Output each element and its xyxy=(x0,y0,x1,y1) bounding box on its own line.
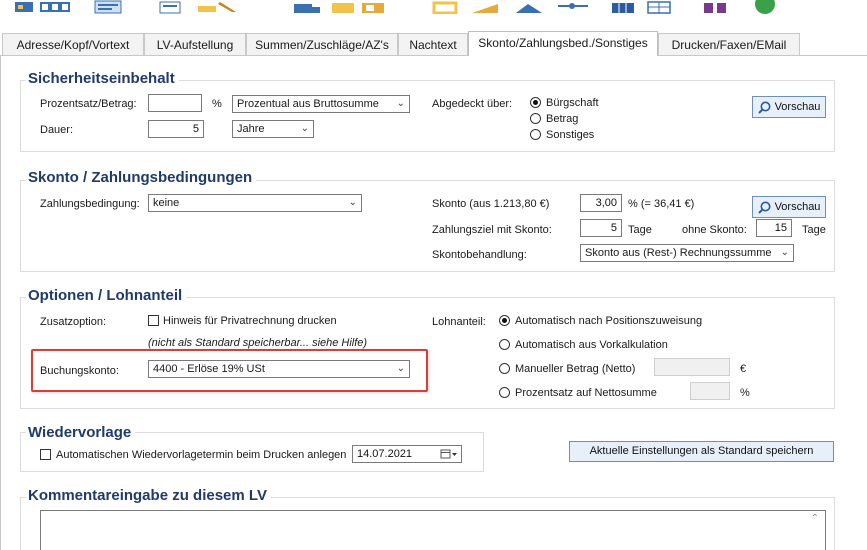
buchung-value: 4400 - Erlöse 19% USt xyxy=(153,363,265,375)
truck-icon[interactable] xyxy=(292,0,322,14)
behandlung-label: Skontobehandlung: xyxy=(432,249,527,261)
calculator-icon[interactable] xyxy=(646,0,672,14)
skonto-preview-button[interactable]: Vorschau xyxy=(752,196,826,218)
standard-hint: (nicht als Standard speicherbar... siehe… xyxy=(148,337,368,349)
chevron-down-icon: ⌄ xyxy=(300,123,309,134)
skonto-title: Skonto / Zahlungsbedingungen xyxy=(26,169,257,186)
tab-adresse[interactable]: Adresse/Kopf/Vortext xyxy=(2,33,144,56)
kommentar-title: Kommentareingabe zu diesem LV xyxy=(26,487,271,504)
radio-buergschaft-label: Bürgschaft xyxy=(546,97,599,109)
folder-icon[interactable] xyxy=(330,0,356,14)
sicherheit-preview-button[interactable]: Vorschau xyxy=(752,96,826,118)
tab-summen[interactable]: Summen/Zuschläge/AZ's xyxy=(246,33,398,56)
box-icon[interactable] xyxy=(432,0,460,14)
tab-skonto[interactable]: Skonto/Zahlungsbed./Sonstiges xyxy=(468,31,658,56)
lohn-label: Lohnanteil: xyxy=(432,316,486,328)
chevron-down-icon: ⌄ xyxy=(348,197,357,208)
magnifier-icon xyxy=(757,101,771,114)
radio-sonstiges-label: Sonstiges xyxy=(546,129,595,141)
folder-open-icon[interactable] xyxy=(360,0,386,14)
zahlung-value: keine xyxy=(153,197,180,209)
prozent-label: Prozentsatz/Betrag: xyxy=(40,98,137,110)
radio-betrag-label: Betrag xyxy=(546,113,579,125)
tab-nachtext[interactable]: Nachtext xyxy=(398,33,468,56)
sicherheit-preview-label: Vorschau xyxy=(774,101,821,113)
chevron-down-icon: ⌄ xyxy=(396,98,405,109)
chart-icon[interactable] xyxy=(514,0,546,14)
euro-symbol: € xyxy=(740,363,747,375)
ziel-label: Zahlungsziel mit Skonto: xyxy=(432,224,552,236)
radio-lohn-prozent-label: Prozentsatz auf Nettosumme xyxy=(515,387,657,399)
wiedervorlage-checkbox-label: Automatischen Wiedervorlagetermin beim D… xyxy=(56,449,347,461)
ohne-unit: Tage xyxy=(802,224,826,236)
manuell-betrag-input[interactable] xyxy=(654,358,730,376)
chevron-down-icon: ⌄ xyxy=(780,247,789,258)
zahlung-select[interactable]: keine ⌄ xyxy=(148,194,362,212)
optionen-title: Optionen / Lohnanteil xyxy=(26,287,187,304)
grid-icon[interactable] xyxy=(40,0,70,14)
kommentar-textarea[interactable]: ⌃ xyxy=(40,510,826,550)
buchung-label: Buchungskonto: xyxy=(40,365,119,377)
radio-betrag[interactable] xyxy=(530,113,541,124)
toolbar xyxy=(0,0,867,22)
dauer-unit-select[interactable]: Jahre ⌄ xyxy=(232,120,314,138)
privat-checkbox[interactable] xyxy=(148,315,159,326)
behandlung-value: Skonto aus (Rest-) Rechnungssumme xyxy=(585,247,772,259)
wiedervorlage-title: Wiedervorlage xyxy=(26,424,136,441)
radio-lohn-position[interactable] xyxy=(499,315,510,326)
radio-lohn-vorkalkulation[interactable] xyxy=(499,339,510,350)
zusatz-label: Zusatzoption: xyxy=(40,316,107,328)
zahlung-label: Zahlungsbedingung: xyxy=(40,198,140,210)
prozent-netto-input[interactable] xyxy=(690,382,730,400)
sicherheit-mode-select[interactable]: Prozentual aus Bruttosumme ⌄ xyxy=(232,95,410,113)
radio-sonstiges[interactable] xyxy=(530,129,541,140)
radio-lohn-position-label: Automatisch nach Positionszuweisung xyxy=(515,315,703,327)
chevron-down-icon: ⌄ xyxy=(396,363,405,374)
tab-drucken[interactable]: Drucken/Faxen/EMail xyxy=(658,33,800,56)
skonto-preview-label: Vorschau xyxy=(774,201,821,213)
ziel-input[interactable]: 5 xyxy=(580,219,622,237)
ruler-icon[interactable] xyxy=(470,0,502,14)
image-icon[interactable] xyxy=(14,0,34,14)
pen-icon[interactable] xyxy=(196,0,240,14)
table-icon[interactable] xyxy=(610,0,636,14)
save-standard-button[interactable]: Aktuelle Einstellungen als Standard spei… xyxy=(569,441,834,462)
sicherheit-mode-value: Prozentual aus Bruttosumme xyxy=(237,98,379,110)
sicherheit-title: Sicherheitseinbehalt xyxy=(26,70,179,87)
wiedervorlage-date-value: 14.07.2021 xyxy=(357,448,413,460)
ohne-label: ohne Skonto: xyxy=(682,224,747,236)
percent-netto-symbol: % xyxy=(740,387,750,399)
document-icon[interactable] xyxy=(158,0,182,14)
skonto-result: % (= 36,41 €) xyxy=(628,198,695,210)
behandlung-select[interactable]: Skonto aus (Rest-) Rechnungssumme ⌄ xyxy=(580,244,794,262)
ziel-unit: Tage xyxy=(628,224,652,236)
calendar-dropdown-icon[interactable] xyxy=(440,448,458,460)
skonto-input[interactable]: 3,00 xyxy=(580,194,622,212)
skonto-label: Skonto (aus 1.213,80 €) xyxy=(432,198,550,210)
radio-lohn-manuell[interactable] xyxy=(499,363,510,374)
gift-icon[interactable] xyxy=(700,0,730,14)
privat-checkbox-label: Hinweis für Privatrechnung drucken xyxy=(163,315,337,327)
tab-bar: Adresse/Kopf/Vortext LV-Aufstellung Summ… xyxy=(0,31,867,56)
tab-lv-aufstellung[interactable]: LV-Aufstellung xyxy=(144,33,246,56)
buchung-select[interactable]: 4400 - Erlöse 19% USt ⌄ xyxy=(148,360,410,378)
prozent-input[interactable] xyxy=(148,94,202,112)
hierarchy-icon[interactable] xyxy=(556,0,590,14)
radio-buergschaft[interactable] xyxy=(530,97,541,108)
radio-lohn-manuell-label: Manueller Betrag (Netto) xyxy=(515,363,636,375)
dauer-input[interactable]: 5 xyxy=(148,120,204,138)
sicherheit-group xyxy=(20,80,835,152)
dauer-unit-value: Jahre xyxy=(237,123,265,135)
wiedervorlage-checkbox[interactable] xyxy=(40,449,51,460)
magnifier-icon xyxy=(757,201,771,214)
percent-symbol: % xyxy=(212,98,222,110)
list-icon[interactable] xyxy=(94,0,122,14)
scroll-up-icon[interactable]: ⌃ xyxy=(811,513,819,524)
radio-lohn-vorkalkulation-label: Automatisch aus Vorkalkulation xyxy=(515,339,668,351)
abgedeckt-label: Abgedeckt über: xyxy=(432,98,513,110)
check-circle-icon[interactable] xyxy=(752,0,778,14)
radio-lohn-prozent[interactable] xyxy=(499,387,510,398)
dauer-label: Dauer: xyxy=(40,124,74,136)
ohne-input[interactable]: 15 xyxy=(756,219,792,237)
